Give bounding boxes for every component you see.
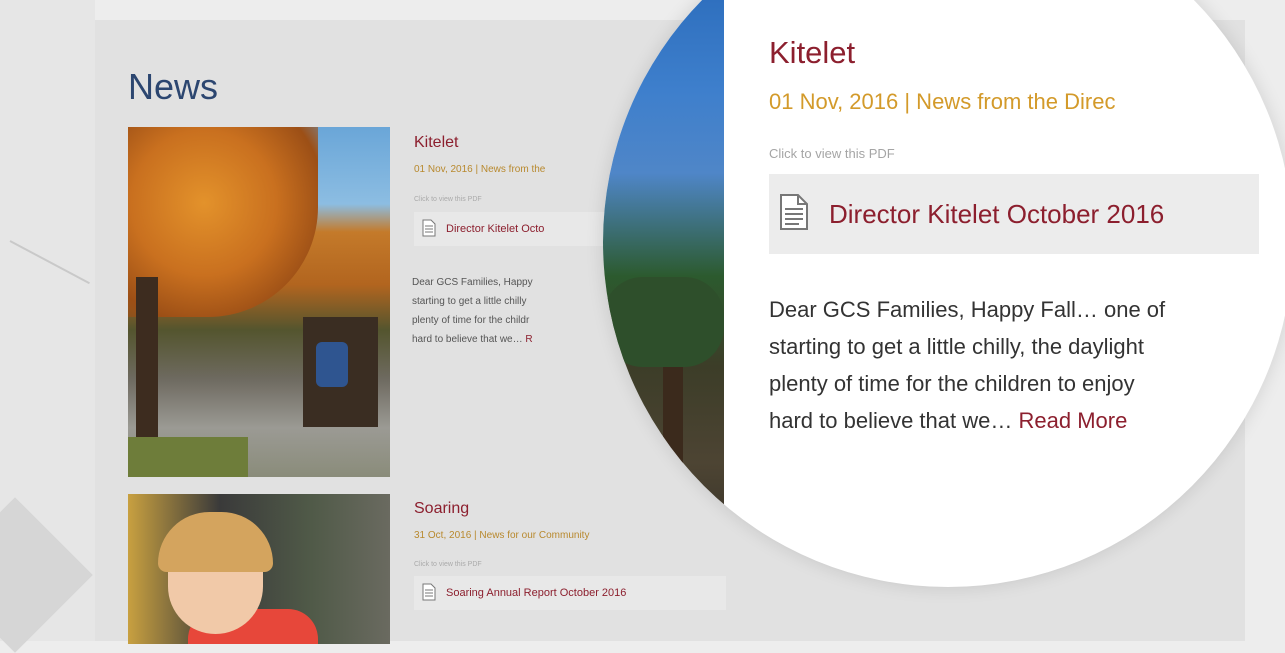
article-thumbnail-soaring[interactable] (128, 494, 390, 644)
magnified-pdf-link[interactable]: Director Kitelet October 2016 (769, 174, 1259, 254)
magnified-article-title[interactable]: Kitelet (769, 35, 855, 71)
read-more-link[interactable]: R (525, 334, 532, 345)
article-title-soaring[interactable]: Soaring (414, 500, 469, 518)
magnified-article-meta: 01 Nov, 2016 | News from the Direc (769, 89, 1116, 114)
document-icon (422, 583, 436, 604)
read-more-link[interactable]: Read More (1019, 408, 1128, 433)
page-title: News (128, 66, 219, 107)
magnifier-lens: Kitelet 01 Nov, 2016 | News from the Dir… (603, 0, 1285, 587)
magnified-article-excerpt: Dear GCS Families, Happy Fall… one of st… (769, 297, 1166, 433)
document-icon (422, 219, 436, 240)
pdf-note: Click to view this PDF (414, 561, 482, 568)
document-icon (779, 193, 809, 236)
article-excerpt-kitelet: Dear GCS Families, Happy starting to get… (412, 277, 533, 345)
magnified-article: Kitelet 01 Nov, 2016 | News from the Dir… (769, 0, 1285, 587)
magnified-thumbnail (603, 0, 724, 587)
pdf-link-label: Soaring Annual Report October 2016 (446, 587, 627, 599)
pdf-link-label: Director Kitelet Octo (446, 223, 545, 235)
pdf-note: Click to view this PDF (414, 196, 482, 203)
magnified-pdf-note: Click to view this PDF (769, 146, 895, 161)
article-meta-kitelet: 01 Nov, 2016 | News from the (414, 164, 546, 175)
article-meta-soaring: 31 Oct, 2016 | News for our Community (414, 530, 590, 541)
article-title-kitelet[interactable]: Kitelet (414, 134, 458, 152)
pdf-link-director-kitelet[interactable]: Director Kitelet Octo (414, 212, 606, 246)
article-thumbnail-kitelet[interactable] (128, 127, 390, 477)
magnified-pdf-link-label: Director Kitelet October 2016 (829, 198, 1165, 229)
